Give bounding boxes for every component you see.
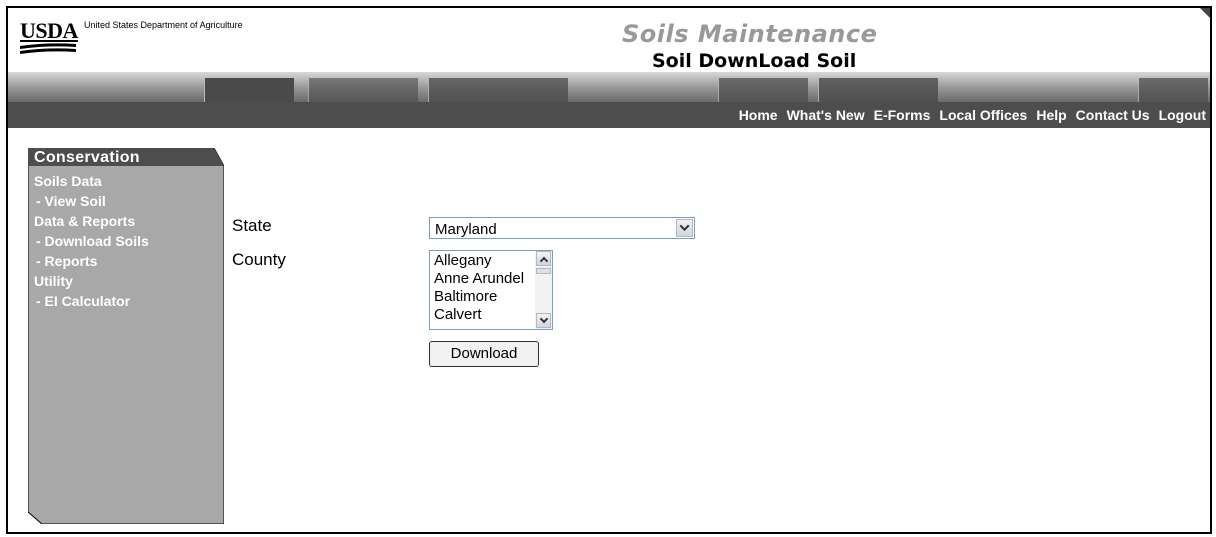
county-option[interactable]: Anne Arundel (434, 270, 524, 287)
app-title: Soils Maintenance (622, 20, 878, 48)
page-frame: USDA United States Department of Agricul… (6, 6, 1212, 534)
header-photo (308, 78, 418, 102)
corner-mark (1198, 8, 1210, 20)
county-option[interactable]: Calvert (434, 306, 482, 323)
header-photo-strip (8, 72, 1210, 102)
scroll-down-icon (539, 314, 549, 324)
county-label: County (232, 250, 286, 269)
sidebar-item-download-soils[interactable]: - Download Soils (36, 233, 149, 249)
sidebar-group-soils-data: Soils Data (34, 173, 102, 189)
nav-link-help[interactable]: Help (1036, 107, 1066, 123)
agency-name: United States Department of Agriculture (84, 20, 243, 30)
nav-links: Home What's New E-Forms Local Offices He… (730, 102, 1206, 128)
state-select-value: Maryland (435, 221, 497, 238)
scroll-up-icon (539, 256, 549, 266)
header-photo (204, 78, 294, 102)
page-subtitle: Soil DownLoad Soil (652, 50, 857, 72)
sidebar-menu: Conservation Soils Data - View Soil Data… (28, 148, 224, 524)
scroll-up-button[interactable] (536, 251, 551, 266)
usda-logo-icon[interactable]: USDA (20, 18, 78, 54)
header: USDA United States Department of Agricul… (8, 8, 1210, 102)
header-photo (818, 78, 938, 102)
header-photo (718, 78, 808, 102)
usda-logo-text: USDA (20, 18, 78, 43)
state-select[interactable]: Maryland (429, 217, 695, 239)
state-dropdown-button[interactable] (676, 219, 693, 237)
header-photo (1138, 78, 1208, 102)
sidebar-item-ei-calculator[interactable]: - EI Calculator (36, 293, 130, 309)
county-listbox[interactable]: Allegany Anne Arundel Baltimore Calvert (429, 250, 553, 330)
nav-link-local-offices[interactable]: Local Offices (939, 107, 1027, 123)
header-photo (428, 78, 568, 102)
scroll-thumb[interactable] (536, 268, 551, 274)
download-button[interactable]: Download (429, 341, 539, 367)
county-option[interactable]: Allegany (434, 252, 492, 269)
nav-link-contact-us[interactable]: Contact Us (1076, 107, 1150, 123)
chevron-down-icon (679, 221, 690, 232)
top-nav-bar: Home What's New E-Forms Local Offices He… (8, 102, 1210, 128)
sidebar-group-data-reports: Data & Reports (34, 213, 136, 229)
county-scrollbar[interactable] (535, 251, 552, 329)
nav-link-home[interactable]: Home (739, 107, 778, 123)
state-label: State (232, 216, 272, 235)
county-option[interactable]: Baltimore (434, 288, 497, 305)
sidebar-item-reports[interactable]: - Reports (36, 253, 97, 269)
sidebar-title: Conservation (34, 149, 140, 166)
nav-link-e-forms[interactable]: E-Forms (874, 107, 931, 123)
sidebar-item-view-soil[interactable]: - View Soil (36, 193, 106, 209)
sidebar-group-utility: Utility (34, 273, 73, 289)
nav-link-logout[interactable]: Logout (1159, 107, 1206, 123)
usda-logo-swoosh-icon (20, 43, 76, 54)
scroll-down-button[interactable] (536, 313, 551, 328)
nav-link-whats-new[interactable]: What's New (787, 107, 865, 123)
